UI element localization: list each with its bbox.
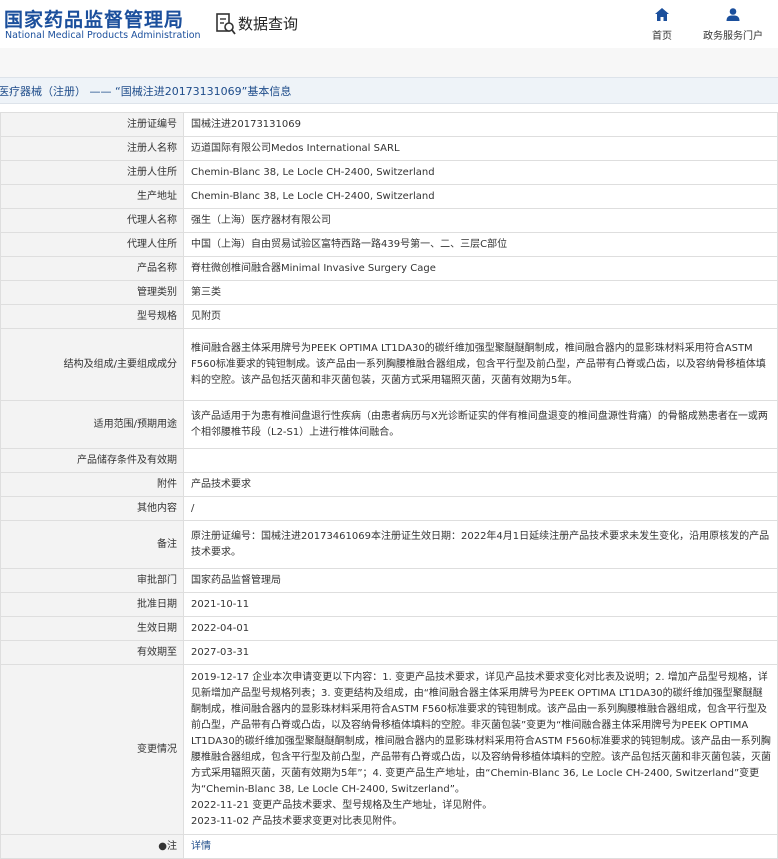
row-label: 生产地址	[0, 184, 184, 209]
row-value: 2022-04-01	[183, 616, 778, 641]
row-label: 产品储存条件及有效期	[0, 448, 184, 473]
detail-link[interactable]: 详情	[191, 841, 211, 852]
row-value: 2021-10-11	[183, 592, 778, 617]
row-value: Chemin-Blanc 38, Le Locle CH-2400, Switz…	[183, 184, 778, 209]
info-row: 有效期至 2027-03-31	[0, 640, 778, 665]
info-row: 其他内容 /	[0, 496, 778, 521]
info-row: 注册人名称 迈道国际有限公司Medos International SARL	[0, 136, 778, 161]
row-value: 见附页	[183, 304, 778, 329]
row-label: 代理人名称	[0, 208, 184, 233]
row-value: /	[183, 496, 778, 521]
row-label: 批准日期	[0, 592, 184, 617]
change-entry: 2022-11-21 变更产品技术要求、型号规格及生产地址，详见附件。	[191, 799, 493, 811]
info-row: 型号规格 见附页	[0, 304, 778, 329]
row-label: 有效期至	[0, 640, 184, 665]
logo-title[interactable]: 国家药品监督管理局	[4, 5, 184, 32]
row-value: 椎间融合器主体采用牌号为PEEK OPTIMA LT1DA30的碳纤维加强型聚醚…	[183, 328, 778, 401]
row-label: 适用范围/预期用途	[0, 400, 184, 449]
info-row: 附件 产品技术要求	[0, 472, 778, 497]
row-label: 产品名称	[0, 256, 184, 281]
info-row: 批准日期 2021-10-11	[0, 592, 778, 617]
row-label: 代理人住所	[0, 232, 184, 257]
breadcrumb: 医疗器械（注册） —— “国械注进20173131069”基本信息	[0, 85, 292, 98]
info-row: 注册人住所 Chemin-Blanc 38, Le Locle CH-2400, …	[0, 160, 778, 185]
site-header: 国家药品监督管理局 National Medical Products Admi…	[0, 0, 778, 48]
info-row: 适用范围/预期用途 该产品适用于为患有椎间盘退行性疾病（由患者病历与X光诊断证实的…	[0, 400, 778, 449]
info-row: 管理类别 第三类	[0, 280, 778, 305]
change-entry: 2023-11-02 产品技术要求变更对比表见附件。	[191, 815, 403, 827]
row-label: 变更情况	[0, 664, 184, 835]
nav-home-label: 首页	[652, 31, 672, 42]
info-row: 注册证编号 国械注进20173131069	[0, 112, 778, 137]
info-row: 生产地址 Chemin-Blanc 38, Le Locle CH-2400, S…	[0, 184, 778, 209]
user-icon	[726, 8, 740, 21]
row-value: 原注册证编号：国械注进20173461069本注册证生效日期：2022年4月1日…	[183, 520, 778, 569]
nav-home[interactable]: 首页	[648, 8, 676, 42]
row-label: 型号规格	[0, 304, 184, 329]
row-label: 注册人住所	[0, 160, 184, 185]
row-label: 生效日期	[0, 616, 184, 641]
row-value: 该产品适用于为患有椎间盘退行性疾病（由患者病历与X光诊断证实的伴有椎间盘退变的椎…	[183, 400, 778, 449]
data-query-icon	[216, 13, 236, 35]
info-row: 产品储存条件及有效期	[0, 448, 778, 473]
row-label: 审批部门	[0, 568, 184, 593]
row-value: 详情	[183, 834, 778, 859]
row-label: 结构及组成/主要组成成分	[0, 328, 184, 401]
logo-subtitle: National Medical Products Administration	[5, 30, 201, 41]
row-value: Chemin-Blanc 38, Le Locle CH-2400, Switz…	[183, 160, 778, 185]
row-value: 脊柱微创椎间融合器Minimal Invasive Surgery Cage	[183, 256, 778, 281]
info-row: 产品名称 脊柱微创椎间融合器Minimal Invasive Surgery Ca…	[0, 256, 778, 281]
info-row: 代理人名称 强生（上海）医疗器材有限公司	[0, 208, 778, 233]
row-label: 注册证编号	[0, 112, 184, 137]
row-value: 中国（上海）自由贸易试验区富特西路一路439号第一、二、三层C部位	[183, 232, 778, 257]
row-value: 国家药品监督管理局	[183, 568, 778, 593]
change-history-value: 2019-12-17 企业本次申请变更以下内容：1. 变更产品技术要求，详见产品…	[183, 664, 778, 835]
info-row: 审批部门 国家药品监督管理局	[0, 568, 778, 593]
registration-info-table: 注册证编号 国械注进20173131069 注册人名称 迈道国际有限公司Medos I…	[0, 112, 778, 859]
change-entry: 2019-12-17 企业本次申请变更以下内容：1. 变更产品技术要求，详见产品…	[191, 671, 771, 795]
row-value: 产品技术要求	[183, 472, 778, 497]
row-value: 强生（上海）医疗器材有限公司	[183, 208, 778, 233]
row-value: 2027-03-31	[183, 640, 778, 665]
home-icon	[655, 8, 669, 21]
nav-portal[interactable]: 政务服务门户	[700, 8, 766, 42]
row-label: 注册人名称	[0, 136, 184, 161]
row-label: 管理类别	[0, 280, 184, 305]
nav-portal-label: 政务服务门户	[703, 31, 763, 42]
row-label: 其他内容	[0, 496, 184, 521]
section-title: 数据查询	[238, 15, 299, 33]
breadcrumb-bar: 医疗器械（注册） —— “国械注进20173131069”基本信息	[0, 77, 778, 104]
detail-row: ●注 详情	[0, 834, 778, 859]
change-history-row: 变更情况 2019-12-17 企业本次申请变更以下内容：1. 变更产品技术要求，…	[0, 664, 778, 835]
header-spacer	[0, 48, 778, 77]
row-label: 备注	[0, 520, 184, 569]
row-label: ●注	[0, 834, 184, 859]
info-row: 生效日期 2022-04-01	[0, 616, 778, 641]
row-value: 迈道国际有限公司Medos International SARL	[183, 136, 778, 161]
row-value: 第三类	[183, 280, 778, 305]
info-row: 结构及组成/主要组成成分 椎间融合器主体采用牌号为PEEK OPTIMA LT1D…	[0, 328, 778, 401]
row-value	[183, 448, 778, 473]
row-label: 附件	[0, 472, 184, 497]
info-row: 代理人住所 中国（上海）自由贸易试验区富特西路一路439号第一、二、三层C部位	[0, 232, 778, 257]
info-row: 备注 原注册证编号：国械注进20173461069本注册证生效日期：2022年4月…	[0, 520, 778, 569]
row-value: 国械注进20173131069	[183, 112, 778, 137]
